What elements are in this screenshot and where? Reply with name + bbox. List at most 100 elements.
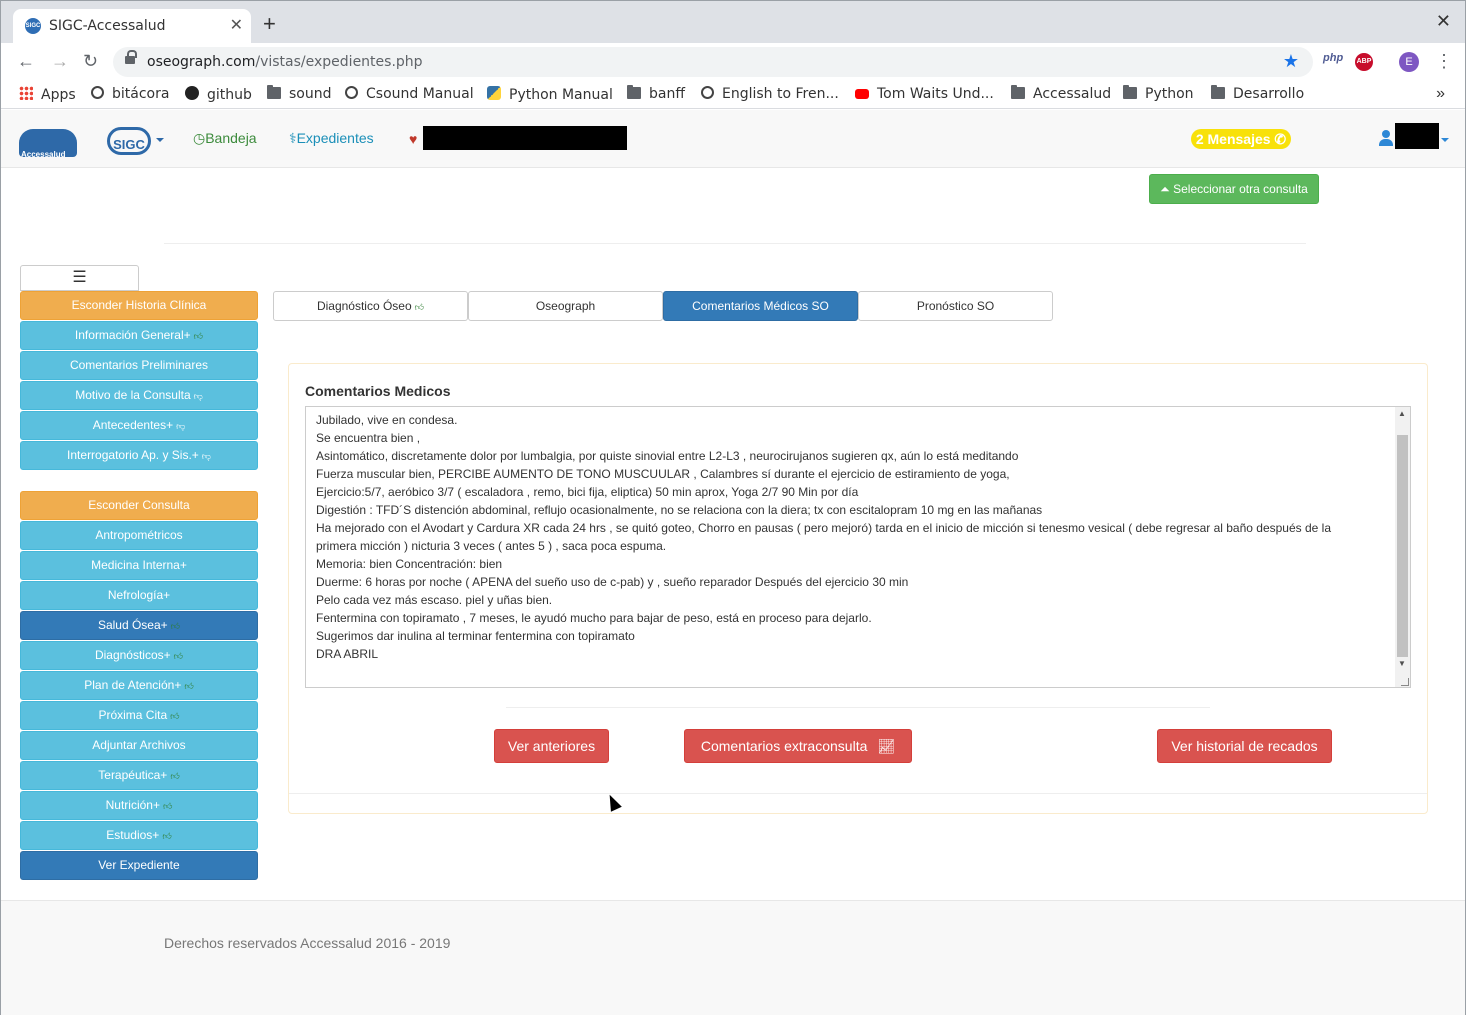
comment-line: Asintomático, discretamente dolor por lu… bbox=[316, 449, 1019, 463]
thumbs-up-icon: 👍︎ bbox=[414, 302, 425, 312]
user-icon[interactable] bbox=[1379, 130, 1393, 146]
resize-handle-icon[interactable] bbox=[1401, 678, 1409, 686]
sidebar-item[interactable]: Interrogatorio Ap. y Sis.+ 👎︎ bbox=[20, 441, 258, 470]
new-tab-icon[interactable]: + bbox=[263, 13, 276, 35]
sidebar-item-label: Información General+ bbox=[74, 328, 191, 342]
sidebar-item[interactable]: Medicina Interna+ bbox=[20, 551, 258, 580]
browser-menu-icon[interactable]: ⋮ bbox=[1435, 51, 1453, 72]
stethoscope-icon: ⚕ bbox=[289, 130, 297, 146]
bookmark-item[interactable]: Python bbox=[1123, 85, 1194, 102]
bookmark-item[interactable]: English to Fren... bbox=[701, 86, 839, 102]
bookmark-item[interactable]: Desarrollo bbox=[1211, 85, 1304, 102]
sidebar-item[interactable]: Próxima Cita 👍︎ bbox=[20, 701, 258, 730]
sidebar-item-label: Próxima Cita bbox=[98, 708, 168, 722]
bookmark-item[interactable]: Tom Waits Und... bbox=[855, 86, 994, 102]
github-icon bbox=[185, 86, 199, 100]
sidebar-toggle-hamburger-icon[interactable]: ☰ bbox=[20, 265, 139, 291]
thumbs-up-icon: 👍︎ bbox=[170, 771, 180, 781]
sigc-logo[interactable]: SIGC bbox=[107, 127, 151, 155]
globe-icon bbox=[345, 86, 358, 99]
sidebar-item[interactable]: Esconder Consulta bbox=[20, 491, 258, 520]
sidebar-item[interactable]: Terapéutica+ 👍︎ bbox=[20, 761, 258, 790]
sidebar-item[interactable]: Antropométricos bbox=[20, 521, 258, 550]
folder-icon bbox=[1123, 85, 1137, 99]
thumbs-up-icon: 👍︎ bbox=[184, 681, 194, 691]
bookmark-label: Apps bbox=[41, 87, 76, 103]
bookmark-label: Python bbox=[1145, 86, 1194, 102]
comment-line: Ha mejorado con el Avodart y Cardura XR … bbox=[316, 521, 1332, 535]
sidebar-item[interactable]: Antecedentes+ 👎︎ bbox=[20, 411, 258, 440]
bookmark-item[interactable]: sound bbox=[267, 85, 332, 102]
clock-icon: ◷ bbox=[193, 130, 206, 146]
sidebar-item[interactable]: Plan de Atención+ 👍︎ bbox=[20, 671, 258, 700]
section-tab[interactable]: Comentarios Médicos SO bbox=[663, 291, 858, 321]
browser-tab[interactable]: SIGC SIGC-Accessalud ✕ bbox=[13, 9, 251, 43]
scroll-down-icon[interactable]: ▼ bbox=[1398, 659, 1406, 668]
sidebar-item[interactable]: Esconder Historia Clínica bbox=[20, 291, 258, 320]
bookmark-item[interactable]: Apps bbox=[19, 86, 76, 103]
url-text: oseograph.com/vistas/expedientes.php bbox=[147, 54, 423, 70]
section-tab[interactable]: Oseograph bbox=[468, 291, 663, 321]
bookmark-label: Python Manual bbox=[509, 87, 613, 103]
bookmark-item[interactable]: github bbox=[185, 86, 252, 103]
caret-up-icon: ⏶ bbox=[1160, 182, 1170, 196]
bookmark-item[interactable]: banff bbox=[627, 85, 685, 102]
sidebar-item[interactable]: Motivo de la Consulta 👎︎ bbox=[20, 381, 258, 410]
forward-icon[interactable]: → bbox=[51, 51, 69, 72]
sidebar-item[interactable]: Información General+ 👍︎ bbox=[20, 321, 258, 350]
php-extension-icon[interactable]: php bbox=[1323, 52, 1343, 64]
bookmark-label: bitácora bbox=[112, 86, 170, 102]
section-tab-label: Pronóstico SO bbox=[916, 299, 995, 313]
ver-historial-recados-button[interactable]: Ver historial de recados bbox=[1157, 729, 1332, 763]
bookmark-star-icon[interactable]: ★ bbox=[1283, 51, 1299, 72]
scrollbar-thumb[interactable] bbox=[1397, 435, 1408, 657]
bookmark-item[interactable]: bitácora bbox=[91, 86, 169, 102]
accessalud-logo[interactable]: Accessalud bbox=[19, 129, 77, 159]
adblock-extension-icon[interactable]: ABP bbox=[1355, 53, 1373, 71]
more-bookmarks-icon[interactable]: » bbox=[1436, 85, 1445, 103]
ver-anteriores-button[interactable]: Ver anteriores bbox=[494, 729, 609, 763]
sidebar-item[interactable]: Nutrición+ 👍︎ bbox=[20, 791, 258, 820]
seleccionar-otra-consulta-button[interactable]: ⏶ Seleccionar otra consulta bbox=[1149, 174, 1319, 204]
section-tab-label: Comentarios Médicos SO bbox=[692, 299, 829, 313]
comentarios-extraconsulta-button[interactable]: Comentarios extraconsulta 📈︎ bbox=[684, 729, 912, 763]
comment-line: Jubilado, vive en condesa. bbox=[316, 413, 458, 427]
sidebar-item[interactable]: Ver Expediente bbox=[20, 851, 258, 880]
reload-icon[interactable]: ↻ bbox=[83, 51, 98, 72]
bookmark-label: English to Fren... bbox=[722, 86, 839, 102]
mensajes-badge[interactable]: 2 Mensajes ✆ bbox=[1191, 129, 1291, 149]
nav-bandeja[interactable]: ◷Bandeja bbox=[193, 130, 257, 147]
sidebar-item-label: Estudios+ bbox=[106, 828, 160, 842]
sidebar-item[interactable]: Diagnósticos+ 👍︎ bbox=[20, 641, 258, 670]
profile-avatar[interactable]: E bbox=[1399, 52, 1419, 72]
comment-line: DRA ABRIL bbox=[316, 647, 379, 661]
bookmark-item[interactable]: Csound Manual bbox=[345, 86, 474, 102]
back-icon[interactable]: ← bbox=[17, 51, 35, 72]
sidebar-item[interactable]: Salud Ósea+ 👍︎ bbox=[20, 611, 258, 640]
nav-expedientes[interactable]: ⚕Expedientes bbox=[289, 130, 374, 147]
user-dropdown-icon[interactable] bbox=[1441, 138, 1449, 142]
bookmark-item[interactable]: Accessalud bbox=[1011, 85, 1111, 102]
browser-toolbar: ← → ↻ oseograph.com/vistas/expedientes.p… bbox=[1, 43, 1465, 81]
sidebar-item[interactable]: Comentarios Preliminares bbox=[20, 351, 258, 380]
comentarios-textarea[interactable]: ▲ ▼ Jubilado, vive en condesa. Se encuent… bbox=[305, 406, 1411, 688]
sidebar-item[interactable]: Estudios+ 👍︎ bbox=[20, 821, 258, 850]
address-bar[interactable]: oseograph.com/vistas/expedientes.php ★ bbox=[113, 47, 1313, 77]
sidebar-item[interactable]: Nefrología+ bbox=[20, 581, 258, 610]
tab-close-icon[interactable]: ✕ bbox=[230, 15, 243, 35]
extraconsulta-label: Comentarios extraconsulta bbox=[700, 738, 868, 754]
section-tab[interactable]: Pronóstico SO bbox=[858, 291, 1053, 321]
bookmark-item[interactable]: Python Manual bbox=[487, 86, 613, 103]
redacted-user-name[interactable] bbox=[1395, 123, 1439, 149]
textarea-scrollbar[interactable]: ▲ ▼ bbox=[1395, 407, 1410, 687]
sidebar-item[interactable]: Adjuntar Archivos bbox=[20, 731, 258, 760]
sigc-dropdown-icon[interactable] bbox=[156, 138, 164, 142]
sigc-favicon-icon: SIGC bbox=[25, 18, 41, 34]
thumbs-up-icon: 👍︎ bbox=[170, 711, 180, 721]
scroll-up-icon[interactable]: ▲ bbox=[1398, 409, 1406, 418]
window-close-icon[interactable]: ✕ bbox=[1436, 11, 1451, 32]
section-tab[interactable]: Diagnóstico Óseo 👍︎ bbox=[273, 291, 468, 321]
globe-icon bbox=[701, 86, 714, 99]
sidebar-item-label: Medicina Interna+ bbox=[91, 558, 187, 572]
youtube-icon bbox=[855, 89, 869, 99]
